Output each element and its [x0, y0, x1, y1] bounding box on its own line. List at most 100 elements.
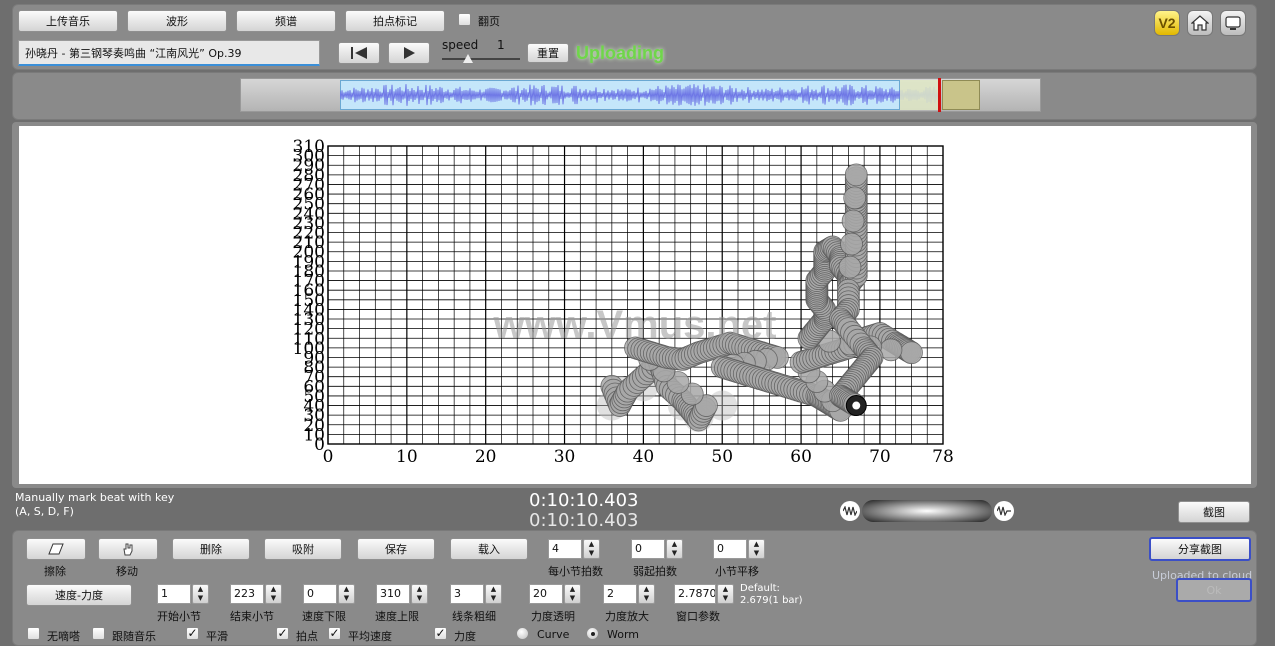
- song-title-field[interactable]: 孙晓丹 - 第三钢琴奏鸣曲 “江南风光” Op.39: [18, 40, 320, 66]
- waveform-playhead[interactable]: [938, 78, 941, 112]
- speed-max-value[interactable]: 310: [376, 584, 410, 604]
- pickup-label: 弱起拍数: [633, 565, 677, 578]
- stepper-arrows-icon[interactable]: ▲ ▼: [748, 539, 765, 559]
- beat-points-checkbox[interactable]: ✓: [276, 627, 289, 640]
- bar-shift-value[interactable]: 0: [713, 539, 747, 559]
- start-bar-stepper[interactable]: 1 ▲ ▼: [157, 584, 209, 604]
- speed-slider[interactable]: [442, 54, 520, 64]
- home-icon[interactable]: [1187, 10, 1213, 36]
- start-bar-value[interactable]: 1: [157, 584, 191, 604]
- screen-icon[interactable]: [1220, 10, 1246, 36]
- volume-slider[interactable]: [862, 500, 992, 522]
- previous-button[interactable]: [338, 42, 380, 64]
- stepper-arrows-icon[interactable]: ▲ ▼: [583, 539, 600, 559]
- force-alpha-stepper[interactable]: 20 ▲ ▼: [529, 584, 581, 604]
- speed-min-value[interactable]: 0: [303, 584, 337, 604]
- force-alpha-value[interactable]: 20: [529, 584, 563, 604]
- monitor-glyph: [1225, 16, 1241, 30]
- load-button[interactable]: 载入: [450, 538, 528, 560]
- beats-per-bar-label: 每小节拍数: [548, 565, 603, 578]
- v2-label: V2: [1158, 15, 1176, 31]
- curve-radio[interactable]: [516, 627, 529, 640]
- pickup-stepper[interactable]: 0 ▲ ▼: [631, 539, 683, 559]
- waveform-playhead-region: [900, 80, 940, 110]
- erase-label: 擦除: [44, 565, 66, 578]
- curve-label: Curve: [537, 628, 570, 641]
- stepper-arrows-icon[interactable]: ▲ ▼: [338, 584, 355, 604]
- stepper-arrows-icon[interactable]: ▲ ▼: [638, 584, 655, 604]
- speed-value: 1: [497, 38, 505, 52]
- start-bar-label: 开始小节: [157, 610, 201, 623]
- line-width-stepper[interactable]: 3 ▲ ▼: [450, 584, 502, 604]
- beats-per-bar-stepper[interactable]: 4 ▲ ▼: [548, 539, 600, 559]
- stepper-arrows-icon[interactable]: ▲ ▼: [485, 584, 502, 604]
- tempo-force-chart: 0 10 20 30 40 50 60 70 7801020304050607080901001…: [293, 137, 954, 467]
- stepper-arrows-icon[interactable]: ▲ ▼: [564, 584, 581, 604]
- stepper-arrows-icon[interactable]: ▲ ▼: [265, 584, 282, 604]
- follow-music-checkbox[interactable]: [92, 627, 105, 640]
- speed-max-stepper[interactable]: 310 ▲ ▼: [376, 584, 428, 604]
- x-tick-label: 40: [633, 447, 655, 467]
- speed-min-label: 速度下限: [302, 610, 346, 623]
- speed-force-button[interactable]: 速度-力度: [26, 584, 132, 606]
- v2-icon[interactable]: V2: [1154, 10, 1180, 36]
- force-checkbox[interactable]: ✓: [434, 627, 447, 640]
- force-scale-value[interactable]: 2: [603, 584, 637, 604]
- x-tick-label: 20: [475, 447, 497, 467]
- save-button[interactable]: 保存: [357, 538, 435, 560]
- delete-button[interactable]: 删除: [172, 538, 250, 560]
- window-stepper[interactable]: 2.7870 ▲ ▼: [674, 584, 734, 604]
- x-tick-label: 60: [790, 447, 812, 467]
- screenshot-button[interactable]: 截图: [1178, 501, 1250, 523]
- time-current: 0:10:10.403: [529, 490, 639, 511]
- speed-max-label: 速度上限: [375, 610, 419, 623]
- stepper-arrows-icon[interactable]: ▲ ▼: [666, 539, 683, 559]
- x-tick-label: 30: [554, 447, 576, 467]
- stepper-arrows-icon[interactable]: ▲ ▼: [192, 584, 209, 604]
- metronome-off-checkbox[interactable]: [27, 627, 40, 640]
- bar-shift-label: 小节平移: [715, 565, 759, 578]
- force-scale-stepper[interactable]: 2 ▲ ▼: [603, 584, 655, 604]
- house-glyph: [1191, 15, 1209, 31]
- waveform-zoom-right-icon[interactable]: [994, 501, 1014, 521]
- hand-icon: [123, 543, 133, 556]
- speed-min-stepper[interactable]: 0 ▲ ▼: [303, 584, 355, 604]
- move-label: 移动: [116, 565, 138, 578]
- beats-per-bar-value[interactable]: 4: [548, 539, 582, 559]
- erase-button[interactable]: [26, 538, 86, 560]
- avg-speed-checkbox[interactable]: ✓: [328, 627, 341, 640]
- follow-music-label: 跟随音乐: [112, 630, 156, 643]
- stepper-arrows-icon[interactable]: ▲ ▼: [411, 584, 428, 604]
- waveform-zoom-left-icon[interactable]: [840, 501, 860, 521]
- play-icon: [404, 47, 415, 59]
- stepper-arrows-icon[interactable]: ▲ ▼: [717, 584, 734, 604]
- snap-button[interactable]: 吸附: [264, 538, 342, 560]
- waveform-button[interactable]: 波形: [127, 10, 227, 32]
- pickup-value[interactable]: 0: [631, 539, 665, 559]
- play-button[interactable]: [388, 42, 430, 64]
- time-total: 0:10:10.403: [529, 510, 639, 531]
- speed-slider-thumb[interactable]: [463, 54, 473, 63]
- window-value[interactable]: 2.7870: [674, 584, 716, 604]
- ok-button[interactable]: Ok: [1176, 578, 1252, 602]
- waveform-graphic: [340, 84, 940, 106]
- default-line-1: Default:: [740, 583, 780, 594]
- end-bar-value[interactable]: 223: [230, 584, 264, 604]
- end-bar-label: 结束小节: [230, 610, 274, 623]
- move-button[interactable]: [98, 538, 158, 560]
- beat-mark-button[interactable]: 拍点标记: [345, 10, 445, 32]
- window-label: 窗口参数: [676, 610, 720, 623]
- worm-segment: [843, 186, 867, 210]
- worm-radio[interactable]: [586, 627, 599, 640]
- end-bar-stepper[interactable]: 223 ▲ ▼: [230, 584, 282, 604]
- speed-label: speed: [442, 38, 479, 52]
- page-turn-checkbox[interactable]: [458, 13, 471, 26]
- spectrum-button[interactable]: 频谱: [236, 10, 336, 32]
- upload-music-button[interactable]: 上传音乐: [18, 10, 118, 32]
- waveform-trace: [340, 84, 940, 106]
- smooth-checkbox[interactable]: ✓: [186, 627, 199, 640]
- bar-shift-stepper[interactable]: 0 ▲ ▼: [713, 539, 765, 559]
- reset-button[interactable]: 重置: [527, 43, 569, 63]
- share-screenshot-button[interactable]: 分享截图: [1149, 537, 1251, 561]
- line-width-value[interactable]: 3: [450, 584, 484, 604]
